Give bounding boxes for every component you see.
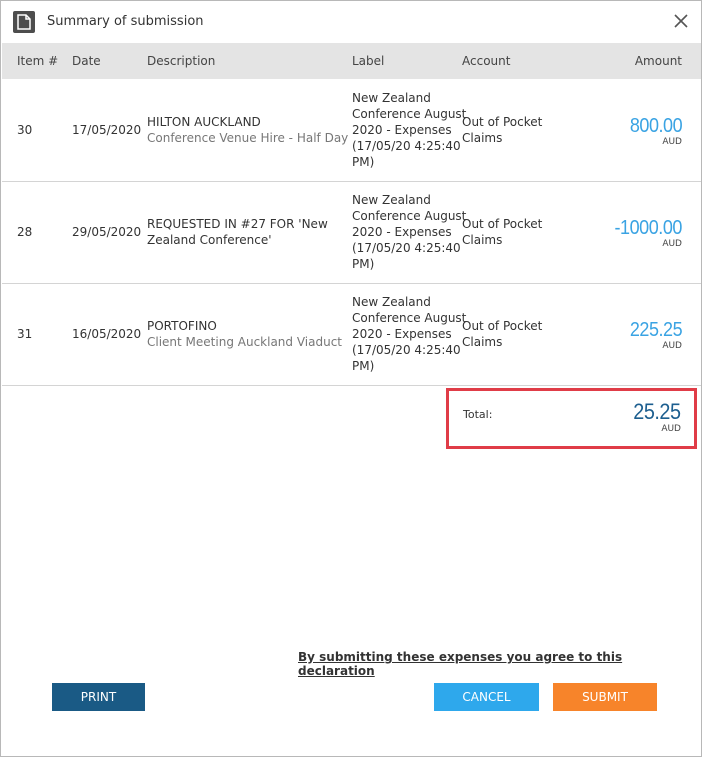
- row-date: 16/05/2020: [72, 327, 142, 341]
- total-amount-currency: AUD: [661, 424, 681, 434]
- table-header: Item # Date Description Label Account Am…: [2, 43, 701, 79]
- amount-currency: AUD: [662, 239, 682, 249]
- amount-value: -1000.00: [614, 217, 683, 239]
- print-button[interactable]: PRINT: [52, 683, 145, 711]
- total-amount: 25.25 AUD: [628, 399, 682, 435]
- row-item: 31: [17, 327, 33, 341]
- header-date: Date: [72, 54, 101, 68]
- table-row[interactable]: 31 16/05/2020 PORTOFINO Client Meeting A…: [2, 284, 701, 386]
- header-description: Description: [147, 54, 216, 68]
- amount-currency: AUD: [662, 341, 682, 351]
- document-icon: [13, 11, 35, 33]
- row-account: Out of Pocket Claims: [462, 115, 543, 145]
- row-description-detail: Zealand Conference': [147, 233, 272, 247]
- row-description: PORTOFINO: [147, 319, 217, 333]
- close-icon[interactable]: [673, 13, 689, 29]
- row-description-detail: Client Meeting Auckland Viaduct: [147, 335, 342, 349]
- header-account: Account: [462, 54, 511, 68]
- dialog-titlebar: Summary of submission: [1, 1, 701, 43]
- row-account: Out of Pocket Claims: [462, 217, 543, 247]
- row-amount: -1000.00 AUD: [607, 217, 683, 249]
- row-amount: 225.25 AUD: [624, 319, 683, 351]
- header-amount: Amount: [634, 54, 682, 68]
- table-row[interactable]: 30 17/05/2020 HILTON AUCKLAND Conference…: [2, 80, 701, 182]
- row-description: REQUESTED IN #27 FOR 'New: [147, 217, 328, 231]
- row-label: New Zealand Conference August 2020 - Exp…: [352, 193, 467, 271]
- amount-value: 800.00: [629, 115, 683, 137]
- row-account: Out of Pocket Claims: [462, 319, 543, 349]
- header-label: Label: [352, 54, 385, 68]
- row-description-detail: Conference Venue Hire - Half Day: [147, 131, 349, 145]
- row-date: 29/05/2020: [72, 225, 142, 239]
- amount-value: 225.25: [629, 319, 683, 341]
- table-row[interactable]: 28 29/05/2020 REQUESTED IN #27 FOR 'New …: [2, 182, 701, 284]
- row-label: New Zealand Conference August 2020 - Exp…: [352, 295, 467, 373]
- dialog-title: Summary of submission: [47, 14, 204, 29]
- row-description: HILTON AUCKLAND: [147, 115, 261, 129]
- submit-button[interactable]: SUBMIT: [553, 683, 657, 711]
- row-item: 30: [17, 123, 33, 137]
- total-label: Total:: [463, 408, 493, 421]
- row-amount: 800.00 AUD: [624, 115, 683, 147]
- row-item: 28: [17, 225, 33, 239]
- total-amount-value: 25.25: [633, 399, 682, 424]
- row-date: 17/05/2020: [72, 123, 142, 137]
- total-summary: Total: 25.25 AUD: [446, 388, 697, 449]
- declaration-link[interactable]: By submitting these expenses you agree t…: [298, 650, 701, 678]
- amount-currency: AUD: [662, 137, 682, 147]
- row-label: New Zealand Conference August 2020 - Exp…: [352, 91, 467, 169]
- summary-dialog: Summary of submission Item # Date Descri…: [0, 0, 702, 757]
- cancel-button[interactable]: CANCEL: [434, 683, 539, 711]
- header-item: Item #: [17, 54, 59, 68]
